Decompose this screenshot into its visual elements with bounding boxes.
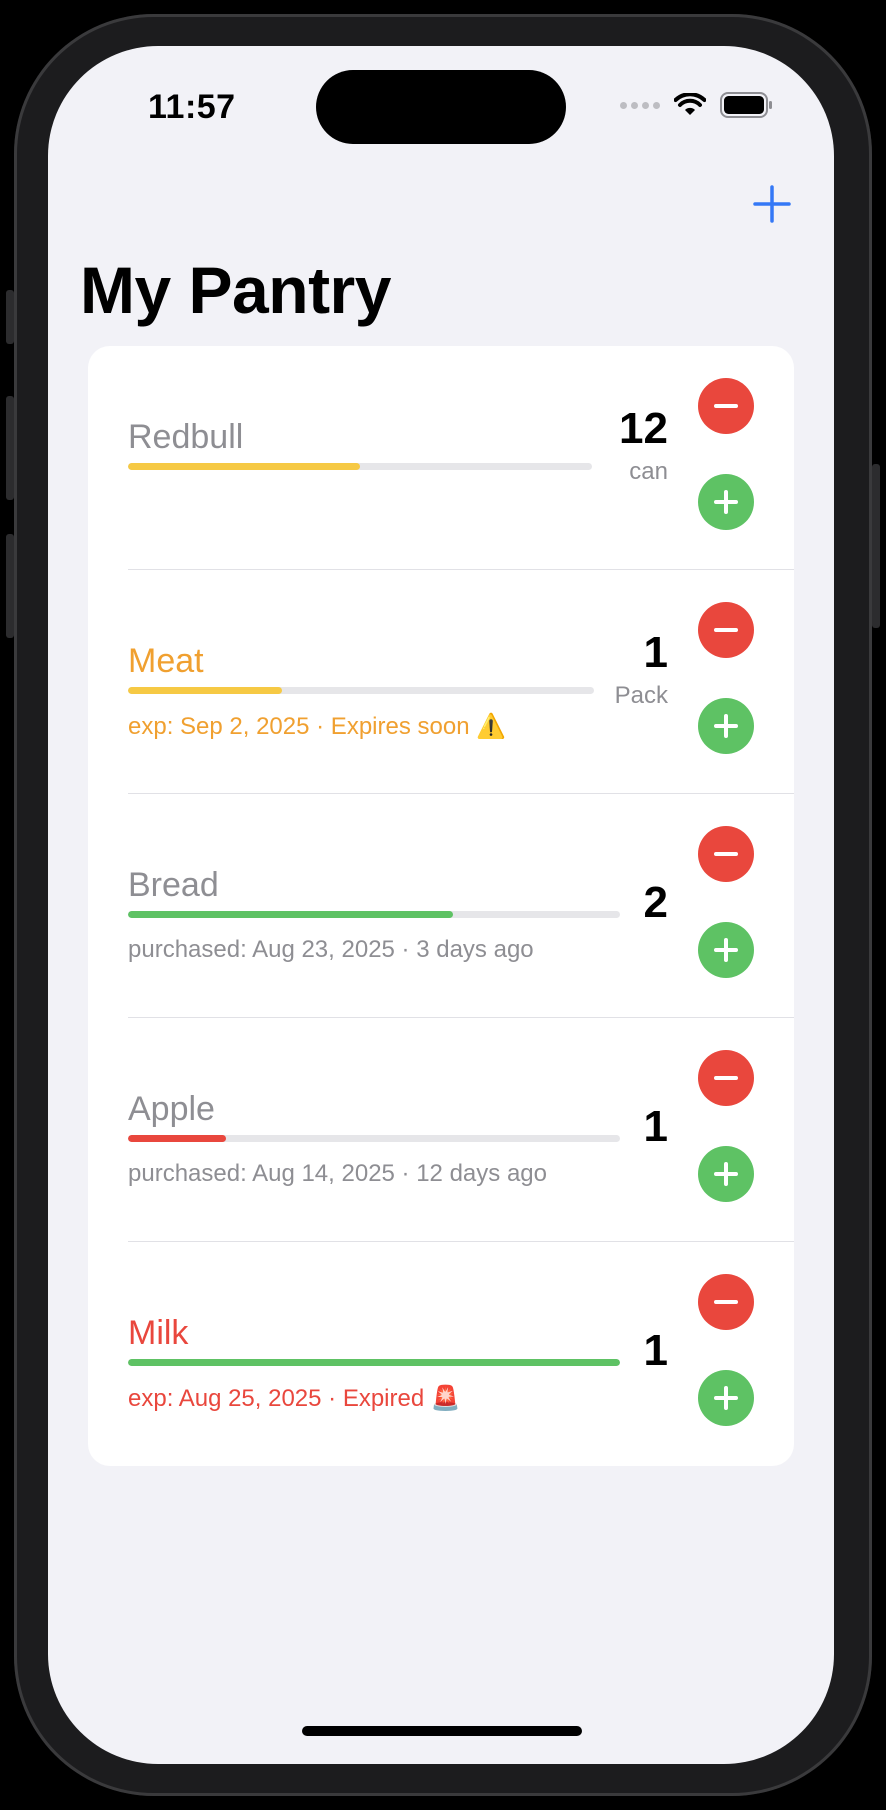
list-item[interactable]: Apple purchased: Aug 14, 2025 · 12 days … — [88, 1018, 794, 1242]
item-name: Apple — [128, 1090, 215, 1128]
stock-bar-fill — [128, 911, 453, 918]
item-meta: purchased: Aug 23, 2025 · 3 days ago — [128, 936, 534, 963]
plus-icon — [714, 714, 738, 738]
pantry-list: Redbull 12 can Meat exp: Sep 2, 2025 · E… — [88, 346, 794, 1466]
plus-icon — [753, 185, 791, 223]
list-item[interactable]: Meat exp: Sep 2, 2025 · Expires soon ⚠️ … — [88, 570, 794, 794]
item-unit: Pack — [614, 682, 668, 709]
decrement-button[interactable] — [698, 602, 754, 658]
increment-button[interactable] — [698, 1370, 754, 1426]
minus-icon — [714, 628, 738, 632]
decrement-button[interactable] — [698, 378, 754, 434]
item-quantity: 1 — [643, 1326, 668, 1375]
decrement-button[interactable] — [698, 1274, 754, 1330]
item-name: Bread — [128, 866, 219, 904]
minus-icon — [714, 852, 738, 856]
wifi-icon — [674, 93, 706, 115]
increment-button[interactable] — [698, 1146, 754, 1202]
stock-bar-fill — [128, 463, 360, 470]
stock-bar-fill — [128, 687, 282, 694]
decrement-button[interactable] — [698, 1050, 754, 1106]
plus-icon — [714, 490, 738, 514]
minus-icon — [714, 1076, 738, 1080]
item-unit: can — [629, 458, 668, 485]
list-item[interactable]: Milk exp: Aug 25, 2025 · Expired 🚨 1 — [88, 1242, 794, 1466]
status-time: 11:57 — [148, 88, 236, 126]
action-button — [6, 290, 14, 344]
increment-button[interactable] — [698, 698, 754, 754]
increment-button[interactable] — [698, 922, 754, 978]
stock-bar — [128, 463, 592, 470]
item-meta: exp: Sep 2, 2025 · Expires soon ⚠️ — [128, 713, 507, 740]
item-quantity: 1 — [643, 628, 668, 677]
stock-bar — [128, 1359, 620, 1366]
stock-bar-fill — [128, 1135, 227, 1142]
list-item[interactable]: Bread purchased: Aug 23, 2025 · 3 days a… — [88, 794, 794, 1018]
stock-bar — [128, 1135, 620, 1142]
battery-icon — [720, 92, 772, 118]
plus-icon — [714, 1162, 738, 1186]
dynamic-island — [316, 70, 566, 144]
item-name: Meat — [128, 642, 204, 680]
cellular-signal-icon — [620, 101, 660, 109]
item-quantity: 1 — [643, 1102, 668, 1151]
minus-icon — [714, 1300, 738, 1304]
stock-bar — [128, 687, 594, 694]
item-quantity: 2 — [643, 878, 668, 927]
home-indicator[interactable] — [302, 1726, 582, 1736]
minus-icon — [714, 404, 738, 408]
power-button — [872, 464, 880, 628]
stock-bar-fill — [128, 1359, 620, 1366]
decrement-button[interactable] — [698, 826, 754, 882]
add-item-button[interactable] — [744, 176, 800, 232]
screen: 11:57 My Pantry Redbull 12 can Meat exp:… — [48, 46, 834, 1764]
volume-down-button — [6, 534, 14, 638]
page-title: My Pantry — [80, 253, 391, 327]
plus-icon — [714, 1386, 738, 1410]
volume-up-button — [6, 396, 14, 500]
plus-icon — [714, 938, 738, 962]
item-meta: exp: Aug 25, 2025 · Expired 🚨 — [128, 1385, 461, 1412]
increment-button[interactable] — [698, 474, 754, 530]
item-name: Milk — [128, 1314, 189, 1352]
item-meta: purchased: Aug 14, 2025 · 12 days ago — [128, 1160, 547, 1187]
item-name: Redbull — [128, 418, 244, 456]
item-quantity: 12 — [619, 404, 668, 453]
list-item[interactable]: Redbull 12 can — [88, 346, 794, 570]
stock-bar — [128, 911, 620, 918]
status-icons — [620, 92, 774, 118]
